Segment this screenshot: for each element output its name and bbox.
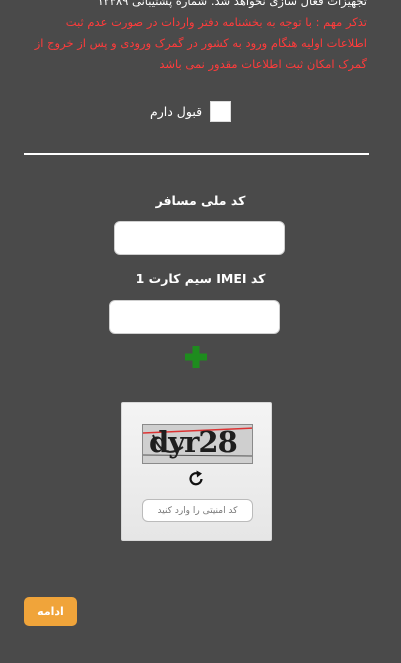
captcha-panel: dyr28 — [121, 402, 272, 541]
refresh-icon[interactable] — [186, 469, 206, 489]
divider — [24, 153, 369, 155]
imei-input[interactable] — [109, 300, 280, 334]
accept-terms-label: قبول دارم — [150, 104, 203, 119]
captcha-text: dyr28 — [149, 425, 238, 459]
accept-terms[interactable]: قبول دارم — [150, 101, 232, 122]
notice-warning: تذکر مهم : با توجه به بخشنامه دفتر واردا… — [34, 15, 367, 71]
accept-terms-checkbox[interactable] — [210, 101, 232, 122]
national-code-label: کد ملی مسافر — [155, 193, 246, 208]
captcha-image: dyr28 — [142, 424, 253, 464]
continue-button[interactable]: ادامه — [24, 597, 77, 626]
notice-text: تجهیزات فعال سازی نخواهد شد. شماره پشتیب… — [24, 0, 367, 75]
plus-icon[interactable] — [184, 345, 208, 369]
national-code-input[interactable] — [114, 221, 285, 255]
imei-label: کد IMEI سیم کارت 1 — [135, 271, 266, 286]
captcha-input[interactable] — [142, 499, 253, 522]
notice-support-line: تجهیزات فعال سازی نخواهد شد. شماره پشتیب… — [97, 0, 367, 8]
